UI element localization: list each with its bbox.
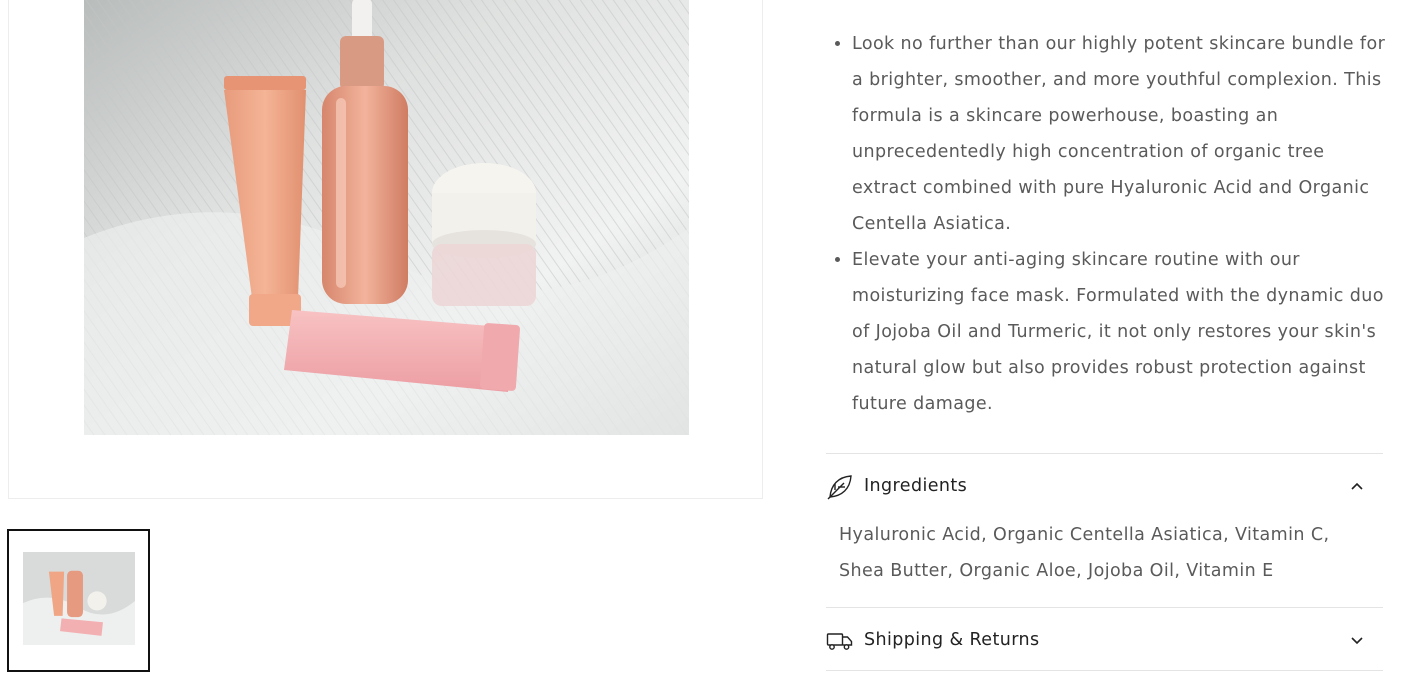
description-bullet: Elevate your anti-aging skincare routine… <box>852 242 1386 422</box>
shipping-accordion-toggle[interactable]: Shipping & Returns <box>826 620 1383 660</box>
product-thumbnail-1[interactable] <box>7 529 150 672</box>
thumbnail-image <box>23 552 135 645</box>
product-media-main[interactable] <box>8 0 763 499</box>
product-image[interactable] <box>84 0 689 435</box>
description-bullet: Look no further than our highly potent s… <box>852 26 1386 242</box>
product-description: Look no further than our highly potent s… <box>826 26 1386 422</box>
ingredients-title: Ingredients <box>864 476 968 496</box>
product-image-illustration <box>84 0 689 435</box>
accordion-divider <box>826 670 1383 671</box>
chevron-down-icon <box>1350 633 1364 647</box>
ingredients-accordion-toggle[interactable]: Ingredients <box>826 466 1383 506</box>
accordion-divider <box>826 607 1383 608</box>
description-list: Look no further than our highly potent s… <box>826 26 1386 422</box>
accordion-divider <box>826 453 1383 454</box>
thumbnail-illustration <box>23 552 135 645</box>
truck-icon <box>826 627 853 654</box>
leaf-icon <box>826 473 853 500</box>
shipping-title: Shipping & Returns <box>864 630 1040 650</box>
chevron-up-icon <box>1350 479 1364 493</box>
ingredients-content: Hyaluronic Acid, Organic Centella Asiati… <box>839 525 1330 581</box>
